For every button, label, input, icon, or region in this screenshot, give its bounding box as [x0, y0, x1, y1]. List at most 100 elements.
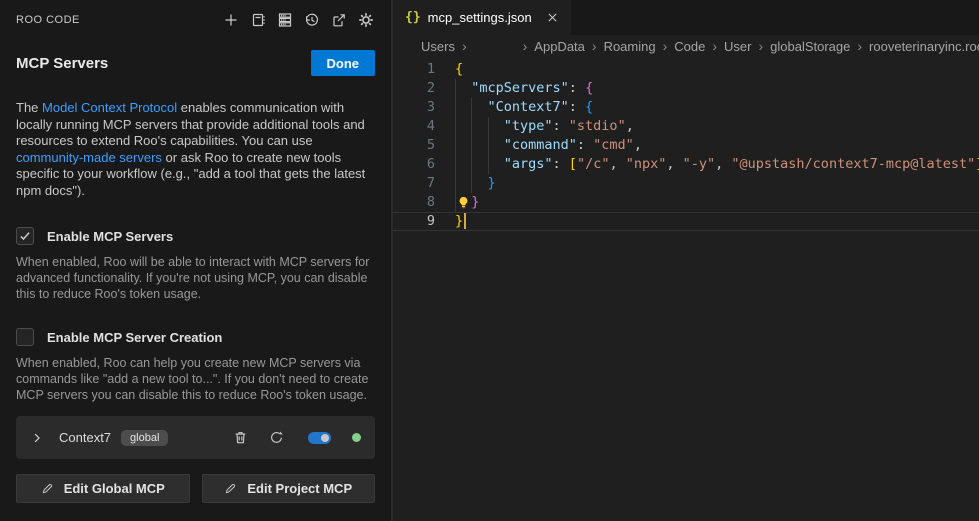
enable-mcp-servers-description: When enabled, Roo will be able to intera… [16, 254, 375, 302]
enable-mcp-creation-checkbox[interactable] [16, 328, 34, 346]
breadcrumb-item[interactable]: rooveterinaryinc.roo-cli [869, 39, 979, 54]
breadcrumb-item[interactable]: AppData [534, 39, 585, 54]
enable-mcp-creation-row: Enable MCP Server Creation [16, 328, 375, 346]
indent-guide [471, 136, 487, 155]
breadcrumb-separator-icon: › [857, 38, 862, 54]
mcp-server-row[interactable]: Context7 global [16, 416, 375, 459]
code-token: : [577, 137, 593, 153]
breadcrumb-item[interactable]: User [724, 39, 751, 54]
done-button[interactable]: Done [311, 50, 376, 76]
indent-guide [455, 155, 471, 174]
breadcrumb-item[interactable]: Code [674, 39, 705, 54]
enable-mcp-creation-label: Enable MCP Server Creation [47, 330, 222, 345]
sidebar-toolbar [222, 11, 375, 29]
close-tab-icon[interactable] [545, 10, 561, 26]
code-line[interactable]: 5"command": "cmd", [393, 136, 979, 155]
code-line[interactable]: 9} [393, 212, 979, 231]
code-line[interactable]: 2"mcpServers": { [393, 79, 979, 98]
code-token: : [553, 156, 569, 172]
indent-guide [488, 155, 504, 174]
tab-mcp-settings[interactable]: {} mcp_settings.json [393, 0, 571, 35]
server-enabled-toggle[interactable] [308, 432, 331, 444]
code-token: "@upstash/context7-mcp@latest" [731, 156, 975, 172]
server-name: Context7 [59, 430, 111, 445]
line-number: 4 [393, 117, 435, 136]
breadcrumb: Users › › AppData › Roaming › Code › User › globalS… [393, 35, 979, 57]
line-number: 5 [393, 136, 435, 155]
toggle-knob [321, 434, 329, 442]
delete-server-icon[interactable] [231, 429, 249, 447]
line-number: 2 [393, 79, 435, 98]
code-token: } [488, 175, 496, 191]
breadcrumb-item[interactable]: globalStorage [770, 39, 850, 54]
code-token: "type" [504, 118, 553, 134]
community-made-servers-link[interactable]: community-made servers [16, 150, 162, 165]
code-token: } [455, 213, 463, 229]
indent-guide [471, 98, 487, 117]
enable-mcp-servers-checkbox[interactable] [16, 227, 34, 245]
code-line[interactable]: 8} [393, 193, 979, 212]
page-header: MCP Servers Done [16, 50, 375, 76]
edit-mcp-buttons: Edit Global MCP Edit Project MCP [16, 474, 375, 503]
code-token: : [569, 80, 585, 96]
mcp-servers-icon[interactable] [276, 11, 294, 29]
open-in-editor-icon[interactable] [330, 11, 348, 29]
enable-mcp-servers-row: Enable MCP Servers [16, 227, 375, 245]
breadcrumb-item[interactable]: Users [421, 39, 455, 54]
code-text: "type": "stdio", [435, 117, 634, 136]
line-number: 3 [393, 98, 435, 117]
panel-title: ROO CODE [16, 14, 80, 26]
plus-icon[interactable] [222, 11, 240, 29]
code-token: "Context7" [488, 99, 569, 115]
code-area[interactable]: 1{2"mcpServers": {3"Context7": {4"type":… [393, 60, 979, 231]
indent-guide [455, 136, 471, 155]
code-token: "args" [504, 156, 553, 172]
model-context-protocol-link[interactable]: Model Context Protocol [42, 100, 177, 115]
editor-pane: {} mcp_settings.json Users › › AppData › Roam… [391, 0, 979, 521]
line-number: 6 [393, 155, 435, 174]
code-line[interactable]: 6"args": ["/c", "npx", "-y", "@upstash/c… [393, 155, 979, 174]
code-text: "args": ["/c", "npx", "-y", "@upstash/co… [435, 155, 979, 174]
code-token: "npx" [626, 156, 667, 172]
code-token: } [471, 194, 479, 210]
code-line[interactable]: 4"type": "stdio", [393, 117, 979, 136]
code-token: { [585, 99, 593, 115]
code-line[interactable]: 1{ [393, 60, 979, 79]
lightbulb-icon[interactable] [455, 193, 471, 212]
line-number: 9 [393, 212, 435, 231]
breadcrumb-separator-icon: › [523, 38, 528, 54]
history-icon[interactable] [303, 11, 321, 29]
indent-guide [455, 79, 471, 98]
code-line[interactable]: 3"Context7": { [393, 98, 979, 117]
indent-guide [488, 136, 504, 155]
indent-guide [471, 155, 487, 174]
indent-guide [471, 117, 487, 136]
indent-guide [455, 174, 471, 193]
page-title: MCP Servers [16, 55, 108, 72]
code-token: { [455, 61, 463, 77]
vscode-window: ROO CODE [0, 0, 979, 521]
server-status-dot [352, 433, 361, 442]
code-text: } [435, 174, 496, 193]
code-text: { [435, 60, 463, 79]
intro-text: The [16, 100, 42, 115]
line-number: 7 [393, 174, 435, 193]
code-token: "/c" [577, 156, 610, 172]
code-text: "mcpServers": { [435, 79, 593, 98]
edit-global-mcp-button[interactable]: Edit Global MCP [16, 474, 190, 503]
code-line[interactable]: 7} [393, 174, 979, 193]
edit-global-mcp-label: Edit Global MCP [64, 481, 165, 496]
restart-server-icon[interactable] [267, 429, 285, 447]
breadcrumb-separator-icon: › [758, 38, 763, 54]
breadcrumb-separator-icon: › [462, 38, 467, 54]
breadcrumb-separator-icon: › [592, 38, 597, 54]
chevron-right-icon[interactable] [30, 431, 44, 445]
line-number: 1 [393, 60, 435, 79]
code-token: , [666, 156, 682, 172]
breadcrumb-item[interactable]: Roaming [604, 39, 656, 54]
edit-project-mcp-button[interactable]: Edit Project MCP [202, 474, 376, 503]
code-text: } [435, 212, 466, 231]
breadcrumb-separator-icon: › [712, 38, 717, 54]
notebook-icon[interactable] [249, 11, 267, 29]
settings-gear-icon[interactable] [357, 11, 375, 29]
